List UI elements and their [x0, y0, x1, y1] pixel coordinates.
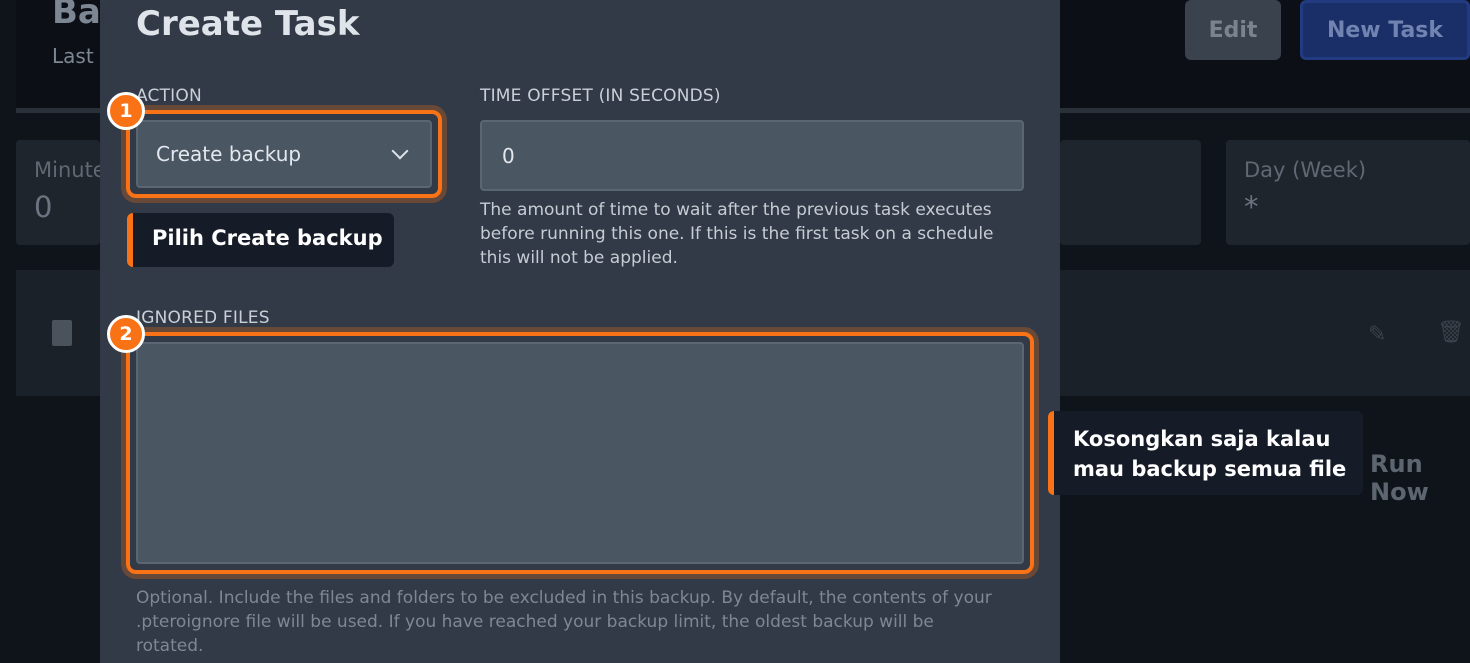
step1-badge: 1 — [107, 92, 145, 130]
trash-icon[interactable]: 🗑 — [1437, 320, 1465, 345]
time-offset-help-line: this will not be applied. — [480, 248, 678, 268]
time-offset-input[interactable]: 0 — [480, 120, 1024, 191]
time-offset-help-line: before running this one. If this is the … — [480, 224, 994, 244]
ignored-files-help-line: rotated. — [136, 636, 204, 656]
step2-highlight — [126, 332, 1034, 574]
step2-badge: 2 — [107, 315, 145, 353]
pencil-icon[interactable]: ✎ — [1368, 322, 1390, 347]
file-archive-icon — [52, 320, 72, 346]
time-offset-value: 0 — [502, 143, 515, 168]
ignored-files-help-line: .pteroignore file will be used. If you h… — [136, 612, 934, 632]
time-offset-help: The amount of time to wait after the pre… — [480, 198, 1040, 270]
cron-card — [1060, 140, 1201, 245]
step1-highlight — [126, 110, 442, 198]
cron-minute-card: Minute 0 — [16, 140, 106, 245]
edit-button[interactable]: Edit — [1185, 0, 1281, 60]
action-label: ACTION — [136, 86, 202, 106]
modal-title: Create Task — [136, 4, 360, 44]
ignored-files-help-line: Optional. Include the files and folders … — [136, 588, 992, 608]
cron-day-week-label: Day (Week) — [1244, 158, 1367, 182]
cron-minute-value: 0 — [34, 190, 53, 224]
new-task-button[interactable]: New Task — [1300, 0, 1470, 60]
cron-day-week-card: Day (Week) * — [1226, 140, 1470, 245]
step2-callout-line: mau backup semua file — [1073, 457, 1347, 481]
step2-callout-line: Kosongkan saja kalau — [1073, 427, 1331, 451]
run-now-button[interactable]: Run Now — [1370, 450, 1470, 506]
ignored-files-label: IGNORED FILES — [136, 308, 270, 328]
step2-callout: Kosongkan saja kalau mau backup semua fi… — [1048, 411, 1363, 495]
ignored-files-help: Optional. Include the files and folders … — [136, 586, 1036, 658]
time-offset-help-line: The amount of time to wait after the pre… — [480, 200, 992, 220]
time-offset-label: TIME OFFSET (IN SECONDS) — [480, 86, 721, 106]
cron-minute-label: Minute — [34, 158, 106, 182]
step1-callout: Pilih Create backup — [127, 213, 394, 267]
page-subtitle: Last — [52, 44, 94, 68]
cron-day-week-value: * — [1244, 190, 1259, 224]
